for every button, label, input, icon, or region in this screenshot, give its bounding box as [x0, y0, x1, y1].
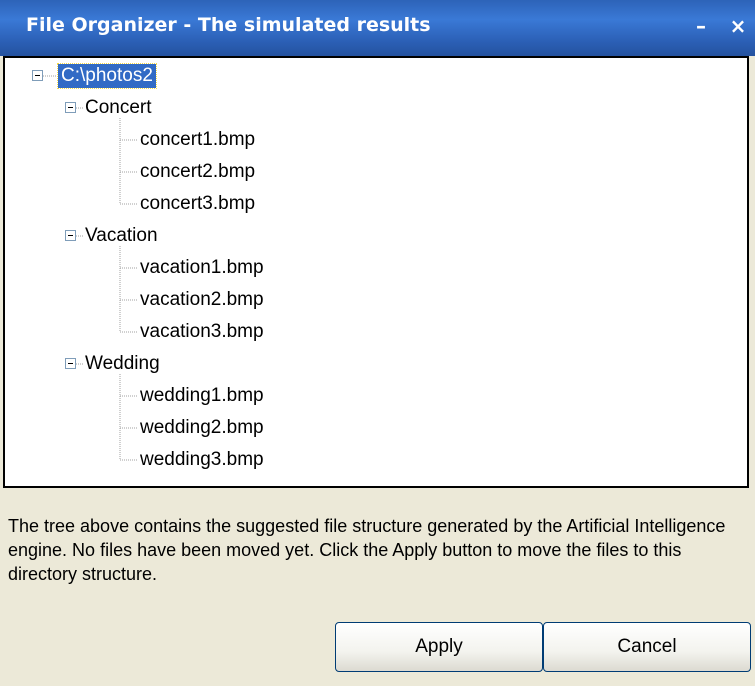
tree-file-item[interactable]: concert3.bmp	[140, 192, 255, 216]
wedding-collapse-toggle[interactable]	[65, 358, 76, 369]
minimize-button[interactable]: –	[690, 12, 712, 40]
file-organizer-window: File Organizer - The simulated results –…	[0, 0, 755, 686]
tree-file-item[interactable]: vacation3.bmp	[140, 320, 264, 344]
tree-folder-vacation[interactable]: Vacation	[85, 224, 158, 248]
tree-file-item[interactable]: vacation2.bmp	[140, 288, 264, 312]
window-title: File Organizer - The simulated results	[26, 14, 431, 36]
concert-collapse-toggle[interactable]	[65, 102, 76, 113]
tree-file-item[interactable]: vacation1.bmp	[140, 256, 264, 280]
title-bar[interactable]: File Organizer - The simulated results –…	[0, 0, 755, 56]
tree-connector-lines	[43, 75, 137, 461]
tree-file-item[interactable]: concert2.bmp	[140, 160, 255, 184]
vacation-collapse-toggle[interactable]	[65, 230, 76, 241]
tree-file-item[interactable]: wedding1.bmp	[140, 384, 264, 408]
tree-root-node[interactable]: C:\photos2	[57, 63, 157, 89]
tree-view[interactable]: C:\photos2 Concert concert1.bmp concert2…	[3, 56, 749, 488]
tree-file-item[interactable]: wedding2.bmp	[140, 416, 264, 440]
apply-button[interactable]: Apply	[335, 622, 543, 672]
tree-folder-wedding[interactable]: Wedding	[85, 352, 160, 376]
root-collapse-toggle[interactable]	[32, 70, 43, 81]
tree-folder-concert[interactable]: Concert	[85, 96, 152, 120]
description-text: The tree above contains the suggested fi…	[8, 516, 726, 584]
close-button[interactable]: ×	[727, 12, 749, 40]
tree-file-item[interactable]: wedding3.bmp	[140, 448, 264, 472]
cancel-button[interactable]: Cancel	[543, 622, 751, 672]
tree-file-item[interactable]: concert1.bmp	[140, 128, 255, 152]
